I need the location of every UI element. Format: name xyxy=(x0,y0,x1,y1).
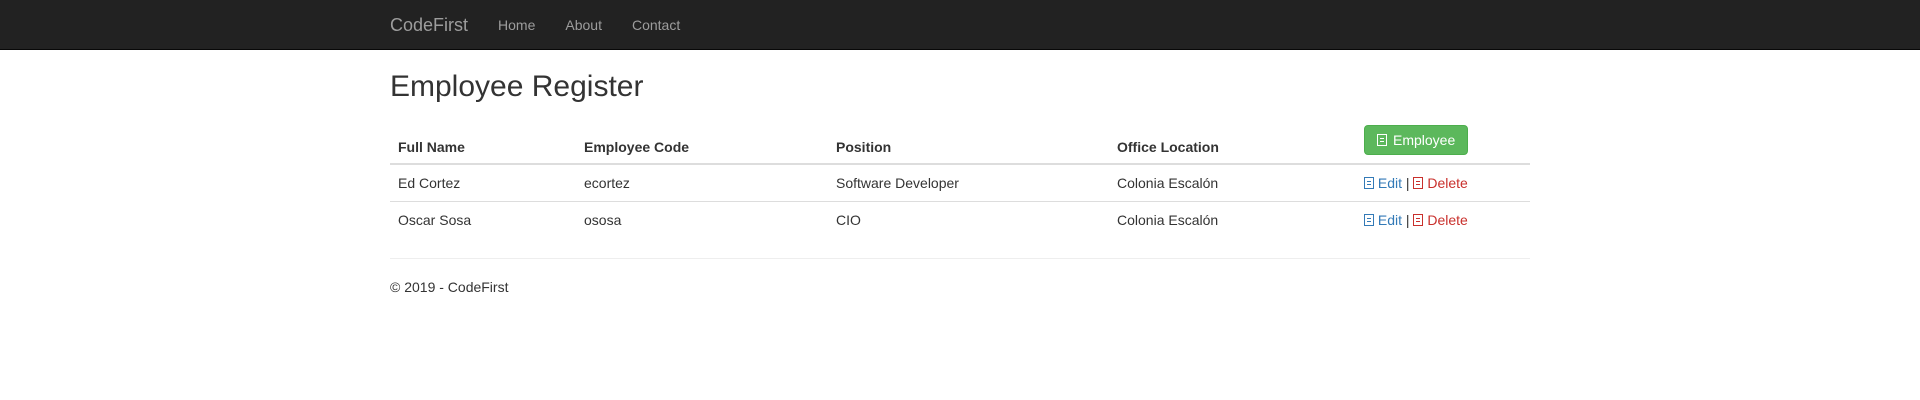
navbar-inner: CodeFirst Home About Contact xyxy=(390,0,1530,50)
delete-icon xyxy=(1413,214,1424,226)
nav-link-home[interactable]: Home xyxy=(498,17,535,33)
cell-full-name: Ed Cortez xyxy=(398,175,461,191)
delete-icon xyxy=(1413,177,1424,189)
table-row: Oscar Sosa ososa CIO Colonia Escalón Edi… xyxy=(390,201,1530,238)
page-title: Employee Register xyxy=(390,70,644,103)
cell-employee-code: ososa xyxy=(576,201,828,238)
header-full-name: Full Name xyxy=(390,117,576,165)
edit-link[interactable]: Edit xyxy=(1364,175,1406,191)
header-office-location: Office Location xyxy=(1109,117,1356,165)
delete-label: Delete xyxy=(1427,212,1468,228)
main-container: Employee Register Full Name Employee Cod… xyxy=(390,70,1530,295)
brand-link[interactable]: CodeFirst xyxy=(390,15,468,36)
footer-divider xyxy=(390,258,1530,259)
edit-label: Edit xyxy=(1377,175,1403,191)
delete-link[interactable]: Delete xyxy=(1413,212,1468,228)
nav-link-about[interactable]: About xyxy=(565,17,602,33)
edit-label: Edit xyxy=(1377,212,1403,228)
edit-icon xyxy=(1364,214,1374,226)
cell-actions: Edit | Delete xyxy=(1356,201,1530,238)
action-separator: | xyxy=(1405,212,1410,228)
employee-table: Full Name Employee Code Position Office … xyxy=(390,117,1530,238)
cell-office-location: Colonia Escalón xyxy=(1109,201,1356,238)
add-employee-button[interactable]: Employee xyxy=(1364,125,1469,155)
footer-text: © 2019 - CodeFirst xyxy=(390,279,509,295)
delete-label: Delete xyxy=(1427,175,1468,191)
header-actions: Employee xyxy=(1356,117,1530,165)
add-icon xyxy=(1377,134,1387,146)
cell-office-location: Colonia Escalón xyxy=(1117,175,1219,191)
cell-position: Software Developer xyxy=(836,175,959,191)
cell-full-name: Oscar Sosa xyxy=(390,201,576,238)
delete-link[interactable]: Delete xyxy=(1413,175,1468,191)
edit-icon xyxy=(1364,177,1374,189)
action-separator: | xyxy=(1405,175,1410,191)
table-header-row: Full Name Employee Code Position Office … xyxy=(390,117,1530,165)
cell-actions: Edit | Delete xyxy=(1356,164,1530,202)
nav-link-contact[interactable]: Contact xyxy=(632,17,680,33)
header-position: Position xyxy=(828,117,1109,165)
cell-position: CIO xyxy=(828,201,1109,238)
table-row: Ed Cortez ecortez Software Developer Col… xyxy=(390,164,1530,202)
add-employee-label: Employee xyxy=(1393,132,1456,148)
cell-employee-code: ecortez xyxy=(584,175,630,191)
footer: © 2019 - CodeFirst xyxy=(390,279,1530,295)
header-employee-code: Employee Code xyxy=(576,117,828,165)
navbar: CodeFirst Home About Contact xyxy=(0,0,1920,50)
edit-link[interactable]: Edit xyxy=(1364,212,1406,228)
